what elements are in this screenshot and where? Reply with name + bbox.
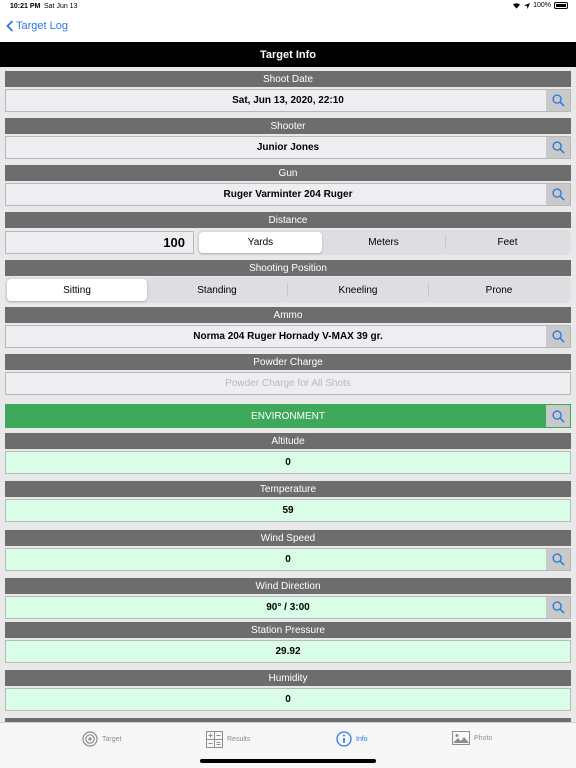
- unit-meters[interactable]: Meters: [322, 232, 445, 253]
- tab-results-label: Results: [227, 736, 251, 743]
- tab-photo-label: Photo: [474, 734, 493, 742]
- tab-target[interactable]: Target: [82, 731, 121, 747]
- search-icon: [551, 409, 565, 423]
- gun-search-button[interactable]: [546, 184, 570, 205]
- wind-speed-search-button[interactable]: [546, 549, 570, 570]
- ammo-search-button[interactable]: [546, 326, 570, 347]
- distance-unit-selector[interactable]: Yards Meters Feet: [197, 230, 571, 255]
- shooter-value: Junior Jones: [256, 142, 320, 153]
- tab-photo[interactable]: Photo: [452, 731, 492, 745]
- wind-speed-field[interactable]: 0: [5, 548, 571, 571]
- position-prone[interactable]: Prone: [429, 279, 569, 301]
- environment-header[interactable]: ENVIRONMENT: [5, 404, 571, 428]
- back-button[interactable]: Target Log: [6, 20, 68, 32]
- position-standing[interactable]: Standing: [147, 279, 287, 301]
- gun-header: Gun: [5, 165, 571, 181]
- shoot-date-value: Sat, Jun 13, 2020, 22:10: [232, 95, 344, 106]
- back-button-label: Target Log: [16, 20, 68, 32]
- search-icon: [551, 553, 565, 566]
- chevron-left-icon: [6, 20, 14, 32]
- location-icon: [524, 2, 531, 9]
- unit-yards[interactable]: Yards: [199, 232, 322, 253]
- tab-info-label: Info: [356, 735, 368, 743]
- search-icon: [551, 601, 565, 614]
- humidity-field[interactable]: 0: [5, 688, 571, 711]
- shoot-date-header: Shoot Date: [5, 71, 571, 87]
- battery-icon: [554, 2, 568, 9]
- position-kneeling[interactable]: Kneeling: [288, 279, 428, 301]
- ammo-field[interactable]: Norma 204 Ruger Hornady V-MAX 39 gr.: [5, 325, 571, 348]
- shoot-date-field[interactable]: Sat, Jun 13, 2020, 22:10: [5, 89, 571, 112]
- altitude-header: Altitude: [5, 433, 571, 449]
- search-icon: [551, 94, 565, 107]
- temperature-field[interactable]: 59: [5, 499, 571, 522]
- search-icon: [551, 141, 565, 154]
- shooting-position-header: Shooting Position: [5, 260, 571, 276]
- distance-header: Distance: [5, 212, 571, 228]
- status-right: 100%: [512, 2, 568, 9]
- wind-direction-header: Wind Direction: [5, 578, 571, 594]
- powder-charge-header: Powder Charge: [5, 354, 571, 370]
- info-icon: [336, 731, 352, 747]
- wind-direction-field[interactable]: 90° / 3:00: [5, 596, 571, 619]
- tab-target-label: Target: [102, 735, 122, 743]
- shoot-date-search-button[interactable]: [546, 90, 570, 111]
- wind-direction-search-button[interactable]: [546, 597, 570, 618]
- status-time: 10:21 PM: [10, 3, 41, 10]
- wind-direction-value: 90° / 3:00: [266, 602, 310, 613]
- page-title: Target Info: [0, 42, 576, 67]
- gun-value: Ruger Varminter 204 Ruger: [223, 189, 353, 200]
- target-info-form[interactable]: Shoot Date Sat, Jun 13, 2020, 22:10 Shoo…: [0, 67, 576, 722]
- calculator-icon: [206, 731, 223, 748]
- status-date: Sat Jun 13: [44, 3, 78, 10]
- station-pressure-header: Station Pressure: [5, 622, 571, 638]
- temperature-header: Temperature: [5, 481, 571, 497]
- gun-field[interactable]: Ruger Varminter 204 Ruger: [5, 183, 571, 206]
- powder-charge-input[interactable]: Powder Charge for All Shots: [5, 372, 571, 395]
- unit-feet[interactable]: Feet: [446, 232, 569, 253]
- ammo-value: Norma 204 Ruger Hornady V-MAX 39 gr.: [193, 331, 383, 342]
- tab-results[interactable]: Results: [206, 731, 250, 748]
- nav-bar: Target Log: [0, 14, 576, 42]
- photo-icon: [452, 731, 470, 745]
- wind-speed-header: Wind Speed: [5, 530, 571, 546]
- wifi-icon: [513, 3, 521, 9]
- target-icon: [82, 731, 98, 747]
- shooting-position-selector[interactable]: Sitting Standing Kneeling Prone: [5, 277, 571, 303]
- tab-info[interactable]: Info: [336, 731, 368, 747]
- position-sitting[interactable]: Sitting: [7, 279, 147, 301]
- humidity-header: Humidity: [5, 670, 571, 686]
- shooter-header: Shooter: [5, 118, 571, 134]
- distance-input[interactable]: 100: [5, 231, 194, 254]
- shooter-search-button[interactable]: [546, 137, 570, 158]
- wind-speed-value: 0: [285, 554, 291, 565]
- shooter-field[interactable]: Junior Jones: [5, 136, 571, 159]
- ammo-header: Ammo: [5, 307, 571, 323]
- altitude-field[interactable]: 0: [5, 451, 571, 474]
- search-icon: [551, 188, 565, 201]
- environment-search-button[interactable]: [546, 405, 570, 427]
- status-bar: 10:21 PM Sat Jun 13 100%: [0, 0, 576, 14]
- environment-label: ENVIRONMENT: [251, 410, 325, 422]
- station-pressure-field[interactable]: 29.92: [5, 640, 571, 663]
- home-indicator[interactable]: [200, 759, 376, 763]
- battery-percent: 100%: [533, 2, 551, 9]
- search-icon: [551, 330, 565, 343]
